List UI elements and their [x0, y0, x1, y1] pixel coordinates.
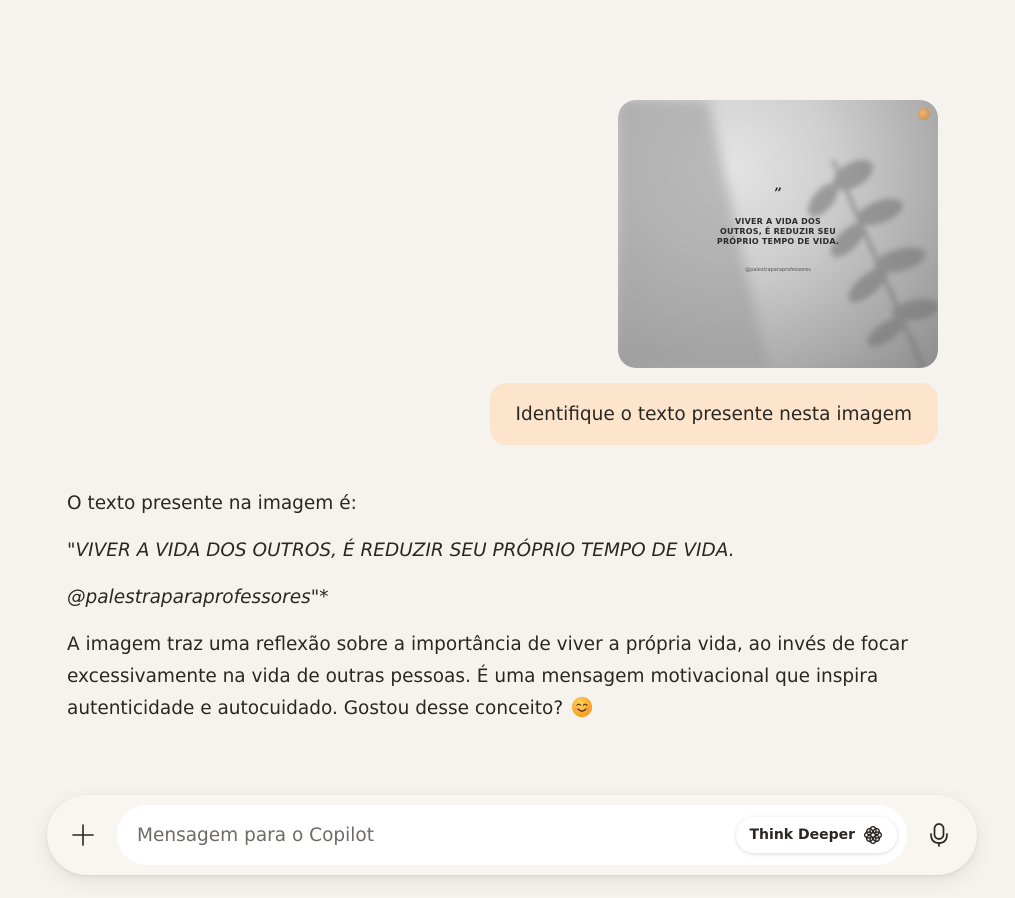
- reply-quote-line: "VIVER A VIDA DOS OUTROS, É REDUZIR SEU …: [67, 540, 735, 561]
- voice-button[interactable]: [917, 813, 961, 857]
- image-corner-badge-icon: [918, 108, 930, 120]
- reply-intro: O texto presente na imagem é:: [67, 493, 357, 514]
- image-quote-text: VIVER A VIDA DOS OUTROS, É REDUZIR SEU P…: [716, 217, 840, 246]
- reply-paragraph-text: A imagem traz uma reflexão sobre a impor…: [67, 634, 908, 719]
- quote-mark: ”: [773, 186, 783, 202]
- smiling-face-emoji-icon: [571, 696, 593, 718]
- reply-handle-line: @palestraparaprofessores"*: [67, 582, 947, 614]
- user-message-bubble: Identifique o texto presente nesta image…: [489, 383, 938, 445]
- reply-paragraph: A imagem traz uma reflexão sobre a impor…: [67, 629, 947, 725]
- message-input[interactable]: [137, 805, 717, 865]
- message-composer: Think Deeper: [47, 795, 977, 875]
- image-handle-text: @palestraparaprofessores: [745, 267, 811, 273]
- attach-button[interactable]: [61, 813, 105, 857]
- copilot-chat-page: ” VIVER A VIDA DOS OUTROS, É REDUZIR SEU…: [0, 0, 1015, 898]
- assistant-reply: O texto presente na imagem é: "VIVER A V…: [67, 488, 947, 740]
- think-deeper-label: Think Deeper: [749, 827, 856, 843]
- message-input-container: Think Deeper: [117, 805, 907, 865]
- reply-handle-suffix: "*: [310, 587, 329, 608]
- think-deeper-button[interactable]: Think Deeper: [735, 817, 897, 853]
- copilot-flower-icon: [863, 825, 883, 845]
- user-message-text: Identifique o texto presente nesta image…: [515, 403, 912, 425]
- microphone-icon: [930, 823, 948, 847]
- plus-icon: [72, 824, 94, 846]
- reply-handle: @palestraparaprofessores: [67, 587, 311, 608]
- uploaded-image[interactable]: ” VIVER A VIDA DOS OUTROS, É REDUZIR SEU…: [618, 100, 938, 368]
